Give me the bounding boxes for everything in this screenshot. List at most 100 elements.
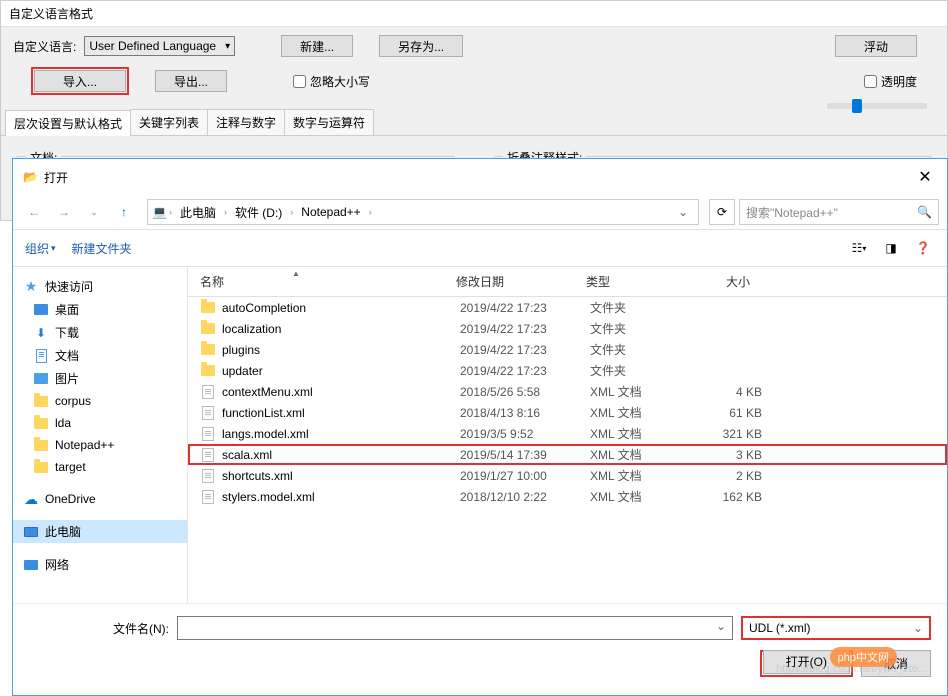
col-date[interactable]: 修改日期 [448,271,578,292]
chevron-right-icon[interactable]: › [288,207,295,217]
file-name: updater [222,364,460,378]
folder-icon [200,342,216,358]
preview-pane-icon[interactable]: ◨ [879,236,903,260]
col-size[interactable]: 大小 [678,271,758,292]
file-row[interactable]: updater2019/4/22 17:23文件夹 [188,360,947,381]
sidebar-folder-target[interactable]: target [13,456,187,478]
file-row[interactable]: langs.model.xml2019/3/5 9:52XML 文档321 KB [188,423,947,444]
tab-comments[interactable]: 注释与数字 [207,109,285,135]
sidebar-this-pc[interactable]: 此电脑 [13,520,187,543]
lang-dropdown[interactable]: User Defined Language [84,36,235,56]
file-name: autoCompletion [222,301,460,315]
file-name: functionList.xml [222,406,460,420]
file-date: 2018/4/13 8:16 [460,406,590,420]
file-row[interactable]: scala.xml2019/5/14 17:39XML 文档3 KB [188,444,947,465]
open-dialog-title: 打开 [44,169,68,186]
search-icon[interactable]: 🔍 [917,205,932,219]
cloud-icon: ☁ [23,491,39,507]
col-type[interactable]: 类型 [578,271,678,292]
file-type: 文件夹 [590,299,690,316]
organize-button[interactable]: 组织 ▾ [25,240,56,257]
filetype-dropdown[interactable]: UDL (*.xml) [741,616,931,640]
new-folder-button[interactable]: 新建文件夹 [72,240,132,257]
pc-icon: 💻 [152,205,167,219]
sidebar-folder-corpus[interactable]: corpus [13,390,187,412]
chevron-down-icon: ▾ [51,243,56,254]
search-input[interactable]: 搜索"Notepad++" 🔍 [739,199,939,225]
saveas-button[interactable]: 另存为... [379,35,463,57]
import-button[interactable]: 导入... [34,70,126,92]
lang-label: 自定义语言: [13,38,76,55]
file-row[interactable]: autoCompletion2019/4/22 17:23文件夹 [188,297,947,318]
sidebar-documents[interactable]: 文档 [13,344,187,367]
crumb-thispc[interactable]: 此电脑 [174,202,222,223]
ignore-case-input[interactable] [293,75,306,88]
file-type: XML 文档 [590,383,690,400]
sidebar-downloads[interactable]: ⬇ 下载 [13,321,187,344]
toolbar: 组织 ▾ 新建文件夹 ☷ ▾ ◨ ❓ [13,230,947,267]
crumb-drive[interactable]: 软件 (D:) [229,202,288,223]
chevron-right-icon[interactable]: › [222,207,229,217]
sidebar-network[interactable]: 网络 [13,553,187,576]
transparency-input[interactable] [864,75,877,88]
file-type: 文件夹 [590,362,690,379]
close-icon[interactable]: ✕ [913,165,937,189]
breadcrumb[interactable]: 💻 › 此电脑 › 软件 (D:) › Notepad++ › ⌄ [147,199,699,225]
nav-up-icon[interactable]: ↑ [111,199,137,225]
filename-input[interactable] [177,616,733,640]
file-date: 2019/1/27 10:00 [460,469,590,483]
file-size: 4 KB [690,385,770,399]
chevron-right-icon[interactable]: › [167,207,174,217]
help-icon[interactable]: ❓ [911,236,935,260]
chevron-right-icon[interactable]: › [367,207,374,217]
udl-row2: 导入... 导出... 忽略大小写 透明度 [1,65,947,103]
col-name[interactable]: ▲ 名称 [188,271,448,292]
sidebar-quick-access[interactable]: ★ 快速访问 [13,275,187,298]
folder-icon [33,393,49,409]
float-button[interactable]: 浮动 [835,35,917,57]
file-date: 2018/12/10 2:22 [460,490,590,504]
chevron-down-icon[interactable]: ⌄ [672,205,694,219]
ignore-case-checkbox[interactable]: 忽略大小写 [293,73,370,90]
file-row[interactable]: contextMenu.xml2018/5/26 5:58XML 文档4 KB [188,381,947,402]
tab-keywords[interactable]: 关键字列表 [130,109,208,135]
sidebar-desktop[interactable]: 桌面 [13,298,187,321]
import-highlight: 导入... [31,67,129,95]
file-icon [200,405,216,421]
new-button[interactable]: 新建... [281,35,353,57]
sidebar-folder-notepad[interactable]: Notepad++ [13,434,187,456]
transparency-label: 透明度 [881,73,917,90]
sort-asc-icon: ▲ [292,269,300,278]
main-area: ★ 快速访问 桌面 ⬇ 下载 文档 图片 corpus [13,267,947,603]
file-icon [200,489,216,505]
crumb-folder[interactable]: Notepad++ [295,203,366,221]
transparency-checkbox[interactable]: 透明度 [864,73,917,90]
nav-back-icon[interactable]: ← [21,199,47,225]
filename-row: 文件名(N): UDL (*.xml) [113,616,931,640]
pc-icon [23,524,39,540]
file-row[interactable]: stylers.model.xml2018/12/10 2:22XML 文档16… [188,486,947,507]
refresh-icon[interactable]: ⟳ [709,199,735,225]
view-options-icon[interactable]: ☷ ▾ [847,236,871,260]
filename-label: 文件名(N): [113,620,169,637]
nav-forward-icon[interactable]: → [51,199,77,225]
file-icon [200,447,216,463]
sidebar-folder-lda[interactable]: lda [13,412,187,434]
file-type: XML 文档 [590,467,690,484]
file-row[interactable]: functionList.xml2018/4/13 8:16XML 文档61 K… [188,402,947,423]
tab-hierarchy[interactable]: 层次设置与默认格式 [5,110,131,136]
file-date: 2019/3/5 9:52 [460,427,590,441]
export-button[interactable]: 导出... [155,70,227,92]
nav-recent-icon[interactable]: ⌄ [81,199,107,225]
transparency-slider[interactable] [827,103,927,109]
file-row[interactable]: localization2019/4/22 17:23文件夹 [188,318,947,339]
file-size: 321 KB [690,427,770,441]
file-name: shortcuts.xml [222,469,460,483]
sidebar-pictures[interactable]: 图片 [13,367,187,390]
folder-icon [33,459,49,475]
sidebar-onedrive[interactable]: ☁ OneDrive [13,488,187,510]
network-icon [23,557,39,573]
file-row[interactable]: plugins2019/4/22 17:23文件夹 [188,339,947,360]
tab-operators[interactable]: 数字与运算符 [284,109,374,135]
file-row[interactable]: shortcuts.xml2019/1/27 10:00XML 文档2 KB [188,465,947,486]
